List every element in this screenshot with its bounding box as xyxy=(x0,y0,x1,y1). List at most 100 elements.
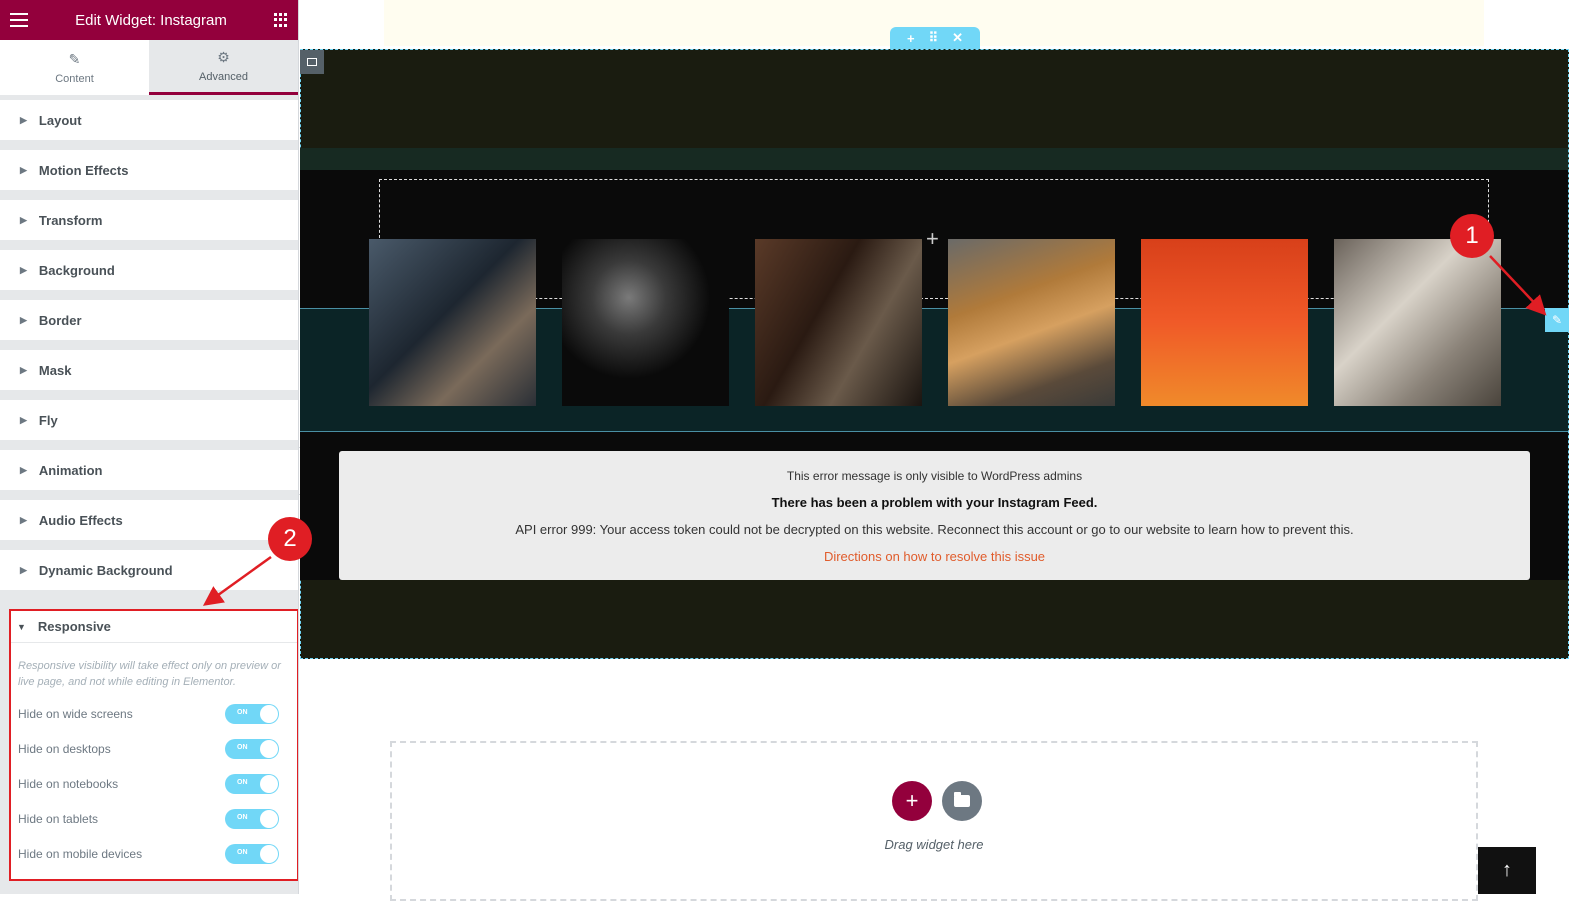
toggle-label: Hide on notebooks xyxy=(18,776,119,791)
section-transform[interactable]: ▶ Transform xyxy=(0,200,298,240)
toggle-label: Hide on desktops xyxy=(18,741,111,756)
caret-right-icon: ▶ xyxy=(20,264,27,275)
drop-zone-label: Drag widget here xyxy=(884,837,984,852)
caret-right-icon: ▶ xyxy=(20,114,27,125)
switch-knob xyxy=(260,704,278,723)
section-label: Mask xyxy=(38,362,72,378)
instagram-photo[interactable] xyxy=(1334,239,1501,406)
section-label: Transform xyxy=(38,212,103,228)
responsive-title: Responsive xyxy=(37,619,111,634)
toggle-row-mobile: Hide on mobile devices ON xyxy=(11,836,297,871)
add-new-section-button[interactable]: + xyxy=(892,781,932,821)
column-icon xyxy=(307,58,317,66)
section-dynamic-background[interactable]: ▶ Dynamic Background xyxy=(0,550,298,590)
tab-content[interactable]: ✎ Content xyxy=(0,40,149,95)
panel-tabs: ✎ Content ⚙ Advanced xyxy=(0,40,298,95)
section-label: Dynamic Background xyxy=(38,562,173,578)
section-label: Background xyxy=(38,262,115,278)
instagram-photo[interactable] xyxy=(1141,239,1308,406)
section-fly[interactable]: ▶ Fly xyxy=(0,400,298,440)
instagram-error-message: This error message is only visible to Wo… xyxy=(339,451,1530,580)
toggle-label: Hide on wide screens xyxy=(18,706,133,721)
hide-mobile-switch[interactable]: ON xyxy=(225,843,279,864)
section-audio-effects[interactable]: ▶ Audio Effects xyxy=(0,500,298,540)
empty-drop-zone: + Drag widget here xyxy=(390,741,1478,901)
column-handle[interactable] xyxy=(300,50,324,74)
toggle-row-notebooks: Hide on notebooks ON xyxy=(11,766,297,801)
caret-right-icon: ▶ xyxy=(20,414,27,425)
switch-state: ON xyxy=(237,708,248,716)
section-label: Layout xyxy=(38,112,82,128)
instagram-photo[interactable] xyxy=(562,239,729,406)
instagram-photo[interactable] xyxy=(755,239,922,406)
annotation-badge-1: 1 xyxy=(1450,214,1494,258)
switch-state: ON xyxy=(237,778,248,786)
error-heading: There has been a problem with your Insta… xyxy=(771,495,1098,510)
responsive-note: Responsive visibility will take effect o… xyxy=(18,660,281,688)
switch-knob xyxy=(260,774,278,793)
instagram-photo[interactable] xyxy=(369,239,536,406)
switch-state: ON xyxy=(237,848,248,856)
plus-icon: + xyxy=(905,788,919,813)
section-animation[interactable]: ▶ Animation xyxy=(0,450,298,490)
delete-section-icon[interactable]: ✕ xyxy=(952,30,963,46)
folder-icon xyxy=(954,792,970,807)
gear-icon: ⚙ xyxy=(217,49,230,65)
add-element-icon[interactable]: + xyxy=(926,226,939,252)
annotation-badge-2: 2 xyxy=(268,517,312,561)
add-template-button[interactable] xyxy=(942,781,982,821)
preview-canvas: + ⠿ ✕ + ✎ This error message is only vis… xyxy=(300,0,1569,901)
section-background[interactable]: ▶ Background xyxy=(0,250,298,290)
section-handle[interactable]: + ⠿ ✕ xyxy=(890,27,980,49)
toggle-label: Hide on mobile devices xyxy=(18,846,143,861)
hide-wide-screens-switch[interactable]: ON xyxy=(225,703,279,724)
caret-right-icon: ▶ xyxy=(20,214,27,225)
add-section-icon[interactable]: + xyxy=(907,31,915,46)
drag-handle-icon[interactable]: ⠿ xyxy=(929,30,939,46)
switch-knob xyxy=(260,809,278,828)
panel-header: Edit Widget: Instagram xyxy=(0,0,298,40)
drop-zone-buttons: + xyxy=(892,781,982,821)
section-label: Border xyxy=(38,312,82,328)
band xyxy=(300,148,1568,170)
error-detail: API error 999: Your access token could n… xyxy=(515,522,1354,537)
section-motion-effects[interactable]: ▶ Motion Effects xyxy=(0,150,298,190)
tab-content-label: Content xyxy=(55,72,94,85)
caret-right-icon: ▶ xyxy=(20,564,27,575)
tab-advanced-label: Advanced xyxy=(199,71,248,83)
switch-knob xyxy=(260,739,278,758)
pencil-icon: ✎ xyxy=(1551,313,1563,327)
section-mask[interactable]: ▶ Mask xyxy=(0,350,298,390)
caret-down-icon: ▼ xyxy=(17,621,26,632)
hide-desktops-switch[interactable]: ON xyxy=(225,738,279,759)
editor-panel: Edit Widget: Instagram ✎ Content ⚙ Advan… xyxy=(0,0,299,894)
error-directions-link[interactable]: Directions on how to resolve this issue xyxy=(339,549,1530,564)
section-border[interactable]: ▶ Border xyxy=(0,300,298,340)
toggle-row-wide-screens: Hide on wide screens ON xyxy=(11,696,297,731)
tab-advanced[interactable]: ⚙ Advanced xyxy=(149,40,298,95)
pencil-icon: ✎ xyxy=(68,50,81,67)
error-admin-note: This error message is only visible to Wo… xyxy=(786,469,1083,483)
responsive-header[interactable]: ▼ Responsive xyxy=(11,611,297,643)
caret-right-icon: ▶ xyxy=(20,464,27,475)
caret-right-icon: ▶ xyxy=(20,514,27,525)
scroll-to-top-button[interactable]: ↑ xyxy=(1478,847,1536,894)
hide-notebooks-switch[interactable]: ON xyxy=(225,773,279,794)
widgets-grid-icon[interactable] xyxy=(273,13,288,27)
instagram-photo[interactable] xyxy=(948,239,1115,406)
arrow-up-icon: ↑ xyxy=(1502,859,1512,881)
section-label: Fly xyxy=(38,412,58,428)
edit-widget-button[interactable]: ✎ xyxy=(1545,308,1569,332)
hamburger-menu-icon[interactable] xyxy=(10,13,28,27)
toggle-label: Hide on tablets xyxy=(18,811,99,826)
panel-title: Edit Widget: Instagram xyxy=(75,11,227,29)
caret-right-icon: ▶ xyxy=(20,364,27,375)
caret-right-icon: ▶ xyxy=(20,164,27,175)
switch-state: ON xyxy=(237,813,248,821)
section-label: Motion Effects xyxy=(38,162,129,178)
responsive-section: ▼ Responsive Responsive visibility will … xyxy=(9,609,298,881)
section-label: Animation xyxy=(38,462,103,478)
section-label: Audio Effects xyxy=(38,512,123,528)
hide-tablets-switch[interactable]: ON xyxy=(225,808,279,829)
section-layout[interactable]: ▶ Layout xyxy=(0,100,298,140)
